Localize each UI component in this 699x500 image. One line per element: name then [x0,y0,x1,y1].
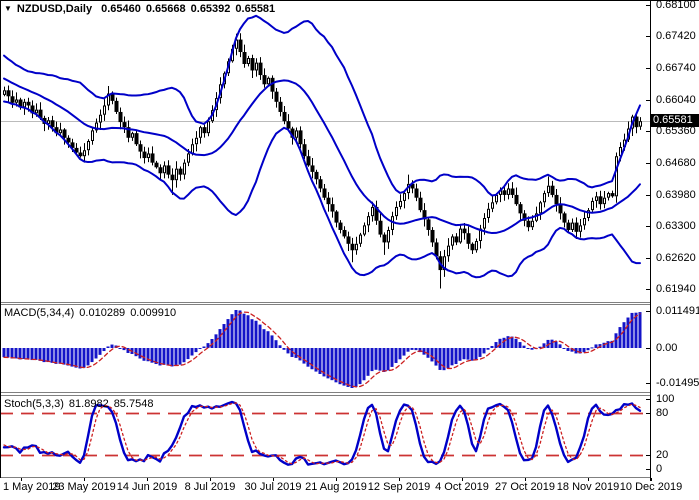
stoch-axis-label: 0 [656,464,662,475]
price-axis-label: 0.64680 [656,158,696,169]
date-axis-label: 10 Dec 2019 [620,482,682,493]
stoch-axis-label: 20 [656,450,668,461]
chart-canvas[interactable] [0,0,699,500]
price-axis-label: 0.65360 [656,126,696,137]
stoch-k-value: 81.8982 [69,398,109,410]
ohlc-close-value: 0.65581 [235,3,275,15]
date-axis-label: 27 Oct 2019 [495,482,555,493]
chart-dropdown-icon[interactable]: ▼ [4,4,12,13]
macd-axis-label: 0.00 [656,343,677,354]
stoch-axis-label: 80 [656,408,668,419]
date-axis-label: 4 Oct 2019 [435,482,489,493]
date-axis-label: 30 Jul 2019 [245,482,302,493]
ohlc-high-value: 0.65668 [146,3,186,15]
macd-axis-label: -0.014955 [656,378,699,389]
date-axis-label: 12 Sep 2019 [368,482,430,493]
date-axis-label: 18 Nov 2019 [557,482,619,493]
date-axis-label: 21 Aug 2019 [305,482,367,493]
symbol-period-label: NZDUSD,Daily [17,3,92,15]
stoch-axis-label: 100 [656,394,674,405]
stoch-d-value: 85.7548 [114,398,154,410]
price-axis-label: 0.67420 [656,31,696,42]
price-axis-label: 0.63980 [656,190,696,201]
stoch-indicator-name: Stoch(5,3,3) [4,398,64,410]
macd-signal-value: 0.009910 [130,307,176,319]
price-axis-label: 0.66740 [656,63,696,74]
chart-title: ▼ NZDUSD,Daily 0.65460 0.65668 0.65392 0.6558… [4,3,280,15]
price-axis-label: 0.63300 [656,221,696,232]
current-price-tag: 0.65581 [651,114,699,127]
stoch-label: Stoch(5,3,3) 81.8982 85.7548 [4,398,158,410]
macd-main-value: 0.010289 [79,307,125,319]
price-axis-label: 0.62620 [656,253,696,264]
price-axis-label: 0.68100 [656,0,696,11]
date-axis-label: 14 Jun 2019 [117,482,178,493]
ohlc-low-value: 0.65392 [191,3,231,15]
date-axis-label: 8 Jul 2019 [185,482,236,493]
macd-indicator-name: MACD(5,34,4) [4,307,74,319]
macd-label: MACD(5,34,4) 0.010289 0.009910 [4,307,181,319]
ohlc-open-value: 0.65460 [101,3,141,15]
price-axis-label: 0.66040 [656,95,696,106]
trading-chart-window: ▼ NZDUSD,Daily 0.65460 0.65668 0.65392 0.6558… [0,0,699,500]
date-axis-label: 23 May 2019 [52,482,116,493]
macd-axis-label: 0.011491 [656,306,699,317]
price-axis-label: 0.61940 [656,284,696,295]
